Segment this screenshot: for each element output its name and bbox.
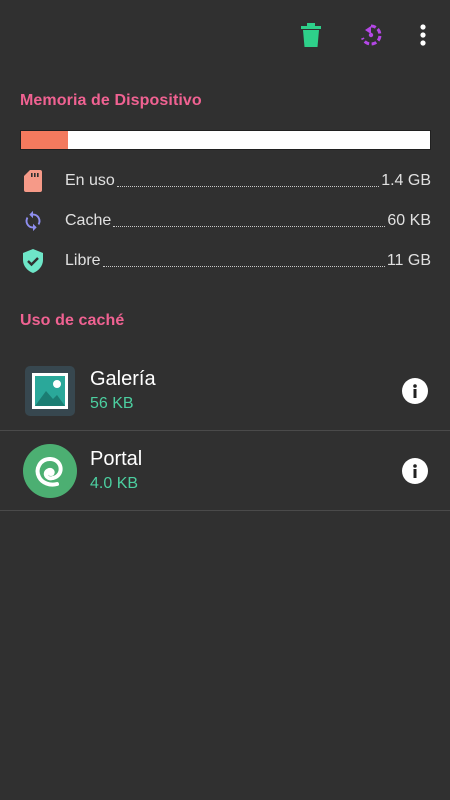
app-row-portal[interactable]: Portal 4.0 KB bbox=[0, 431, 450, 511]
memory-section-title: Memoria de Dispositivo bbox=[20, 92, 202, 109]
cache-section-title: Uso de caché bbox=[20, 312, 125, 329]
more-options-button[interactable] bbox=[408, 20, 438, 50]
gallery-app-icon bbox=[22, 363, 78, 419]
trash-icon bbox=[301, 23, 321, 47]
memory-row-label: Libre bbox=[65, 252, 101, 269]
app-name: Portal bbox=[90, 448, 143, 470]
memory-row-value: 1.4 GB bbox=[381, 172, 431, 189]
app-info-button[interactable] bbox=[402, 378, 428, 404]
app-cache-size: 4.0 KB bbox=[90, 475, 139, 492]
more-vert-icon bbox=[420, 24, 426, 46]
memory-row-cache: Cache 60 KB bbox=[20, 208, 431, 234]
memory-usage-bar-fill bbox=[21, 131, 69, 149]
app-info-button[interactable] bbox=[402, 458, 428, 484]
sync-icon bbox=[25, 210, 41, 232]
clear-cache-button[interactable] bbox=[296, 20, 326, 50]
info-icon bbox=[413, 464, 417, 478]
shield-check-icon bbox=[23, 249, 43, 273]
memory-row-label: Cache bbox=[65, 212, 112, 229]
refresh-icon bbox=[361, 24, 382, 46]
dotted-leader bbox=[113, 225, 386, 227]
app-row-galeria[interactable]: Galería 56 KB bbox=[0, 351, 450, 431]
memory-usage-bar bbox=[20, 130, 431, 150]
info-icon bbox=[413, 384, 417, 398]
app-cache-size: 56 KB bbox=[90, 395, 134, 412]
dotted-leader bbox=[116, 185, 380, 187]
memory-row-label: En uso bbox=[65, 172, 115, 189]
dotted-leader bbox=[102, 265, 385, 267]
memory-row-value: 11 GB bbox=[386, 252, 431, 269]
memory-row-used: En uso 1.4 GB bbox=[20, 168, 431, 194]
sd-card-icon bbox=[24, 170, 42, 192]
refresh-button[interactable] bbox=[356, 20, 386, 50]
memory-row-free: Libre 11 GB bbox=[20, 248, 431, 274]
toolbar bbox=[0, 0, 450, 70]
memory-row-value: 60 KB bbox=[387, 212, 431, 229]
app-name: Galería bbox=[90, 368, 156, 390]
portal-app-icon bbox=[22, 443, 78, 499]
